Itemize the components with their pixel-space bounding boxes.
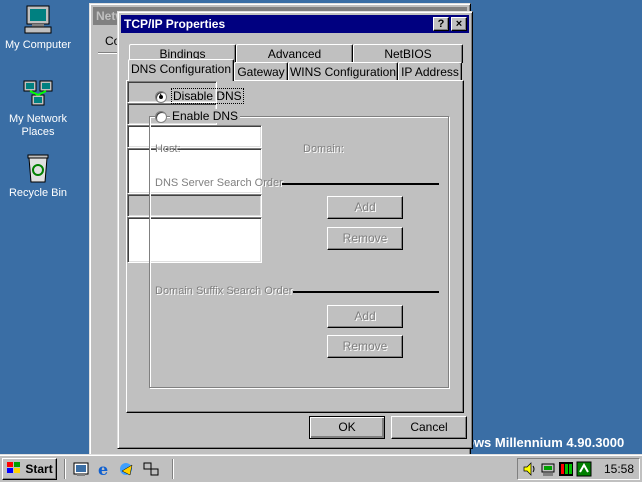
- help-button[interactable]: ?: [433, 17, 449, 31]
- system-tray: 15:58: [517, 458, 640, 480]
- tab-label: IP Address: [401, 65, 459, 79]
- ip-dot: .: [221, 84, 225, 98]
- desktop-icon-label: My Network Places: [8, 113, 68, 138]
- taskbar: Start e 15:58: [0, 454, 642, 482]
- desktop-icon-my-computer[interactable]: My Computer: [0, 4, 78, 52]
- display-icon[interactable]: [576, 461, 592, 477]
- close-icon: ×: [455, 18, 463, 30]
- desktop-icon-label: Recycle Bin: [8, 187, 68, 199]
- show-desktop-icon[interactable]: [73, 461, 89, 477]
- tab-advanced[interactable]: Advanced: [236, 44, 353, 63]
- button-label: Remove: [342, 231, 388, 245]
- tcpip-properties-dialog: TCP/IP Properties ? × Bindings Advanced …: [117, 11, 473, 449]
- ip-dot: .: [159, 84, 163, 98]
- cancel-button[interactable]: Cancel: [391, 416, 467, 439]
- suffix-add-button[interactable]: Add: [327, 305, 403, 328]
- dns-add-button[interactable]: Add: [327, 196, 403, 219]
- button-label: Add: [354, 200, 376, 214]
- help-icon: ?: [437, 18, 445, 30]
- button-label: OK: [338, 420, 356, 434]
- version-watermark: ows Millennium 4.90.3000: [466, 435, 625, 450]
- tab-label: Advanced: [267, 47, 322, 61]
- close-button[interactable]: ×: [451, 17, 467, 31]
- taskbar-clock[interactable]: 15:58: [604, 462, 634, 476]
- tab-dns-configuration[interactable]: DNS Configuration: [128, 59, 234, 81]
- windows-logo-icon: [7, 462, 20, 473]
- dialog-title: TCP/IP Properties: [124, 17, 226, 31]
- tab-gateway[interactable]: Gateway: [234, 62, 288, 81]
- network-window-panel-edge: [98, 52, 118, 54]
- tab-netbios[interactable]: NetBIOS: [353, 44, 463, 63]
- dialog-titlebar: TCP/IP Properties ? ×: [121, 15, 469, 33]
- tab-label: WINS Configuration: [289, 65, 397, 79]
- tab-ip-address[interactable]: IP Address: [398, 62, 462, 81]
- network-places-icon: [22, 78, 54, 110]
- network-tray-icon[interactable]: [540, 461, 556, 477]
- disable-dns-text: Disable DNS: [173, 89, 242, 103]
- suffix-remove-button[interactable]: Remove: [327, 335, 403, 358]
- dns-server-section-label: DNS Server Search Order: [155, 177, 283, 189]
- domain-label: Domain:: [303, 143, 344, 155]
- desktop-icon-recycle-bin[interactable]: Recycle Bin: [0, 152, 78, 200]
- volume-icon[interactable]: [522, 461, 538, 477]
- suffix-section-label: Domain Suffix Search Order: [155, 285, 293, 297]
- tab-wins-configuration[interactable]: WINS Configuration: [288, 62, 398, 81]
- internet-explorer-icon[interactable]: e: [96, 460, 112, 479]
- button-label: Cancel: [410, 420, 448, 434]
- dns-server-section-line: [282, 183, 439, 185]
- network-icon[interactable]: [143, 461, 159, 477]
- tab-label: DNS Configuration: [130, 62, 232, 76]
- outlook-express-icon[interactable]: [119, 461, 135, 477]
- ip-dot: .: [190, 84, 194, 98]
- taskbar-separator: [64, 459, 66, 479]
- desktop-icon-label: My Computer: [4, 39, 72, 51]
- button-label: Add: [354, 309, 376, 323]
- start-label: Start: [25, 462, 53, 476]
- button-label: Remove: [342, 339, 388, 353]
- my-computer-icon: [22, 4, 54, 36]
- dns-tab-panel: Disable DNS Enable DNS Host: Domain: DNS…: [126, 80, 464, 413]
- dns-remove-button[interactable]: Remove: [327, 227, 403, 250]
- tab-label: Gateway: [237, 65, 285, 79]
- svg-text:e: e: [98, 461, 108, 477]
- suffix-section-line: [293, 291, 439, 293]
- tab-label: NetBIOS: [384, 47, 432, 61]
- disable-dns-label[interactable]: Disable DNS: [171, 88, 244, 104]
- taskbar-separator: [172, 459, 174, 479]
- host-label: Host:: [155, 143, 181, 155]
- meter-icon[interactable]: [558, 461, 574, 477]
- ok-button[interactable]: OK: [309, 416, 385, 439]
- enable-dns-label[interactable]: Enable DNS: [170, 109, 241, 123]
- enable-dns-groupbox: [149, 116, 449, 388]
- desktop-icon-network-places[interactable]: My Network Places: [0, 78, 78, 139]
- recycle-bin-icon: [22, 152, 54, 184]
- start-button[interactable]: Start: [2, 458, 57, 480]
- enable-dns-radio[interactable]: [155, 111, 167, 123]
